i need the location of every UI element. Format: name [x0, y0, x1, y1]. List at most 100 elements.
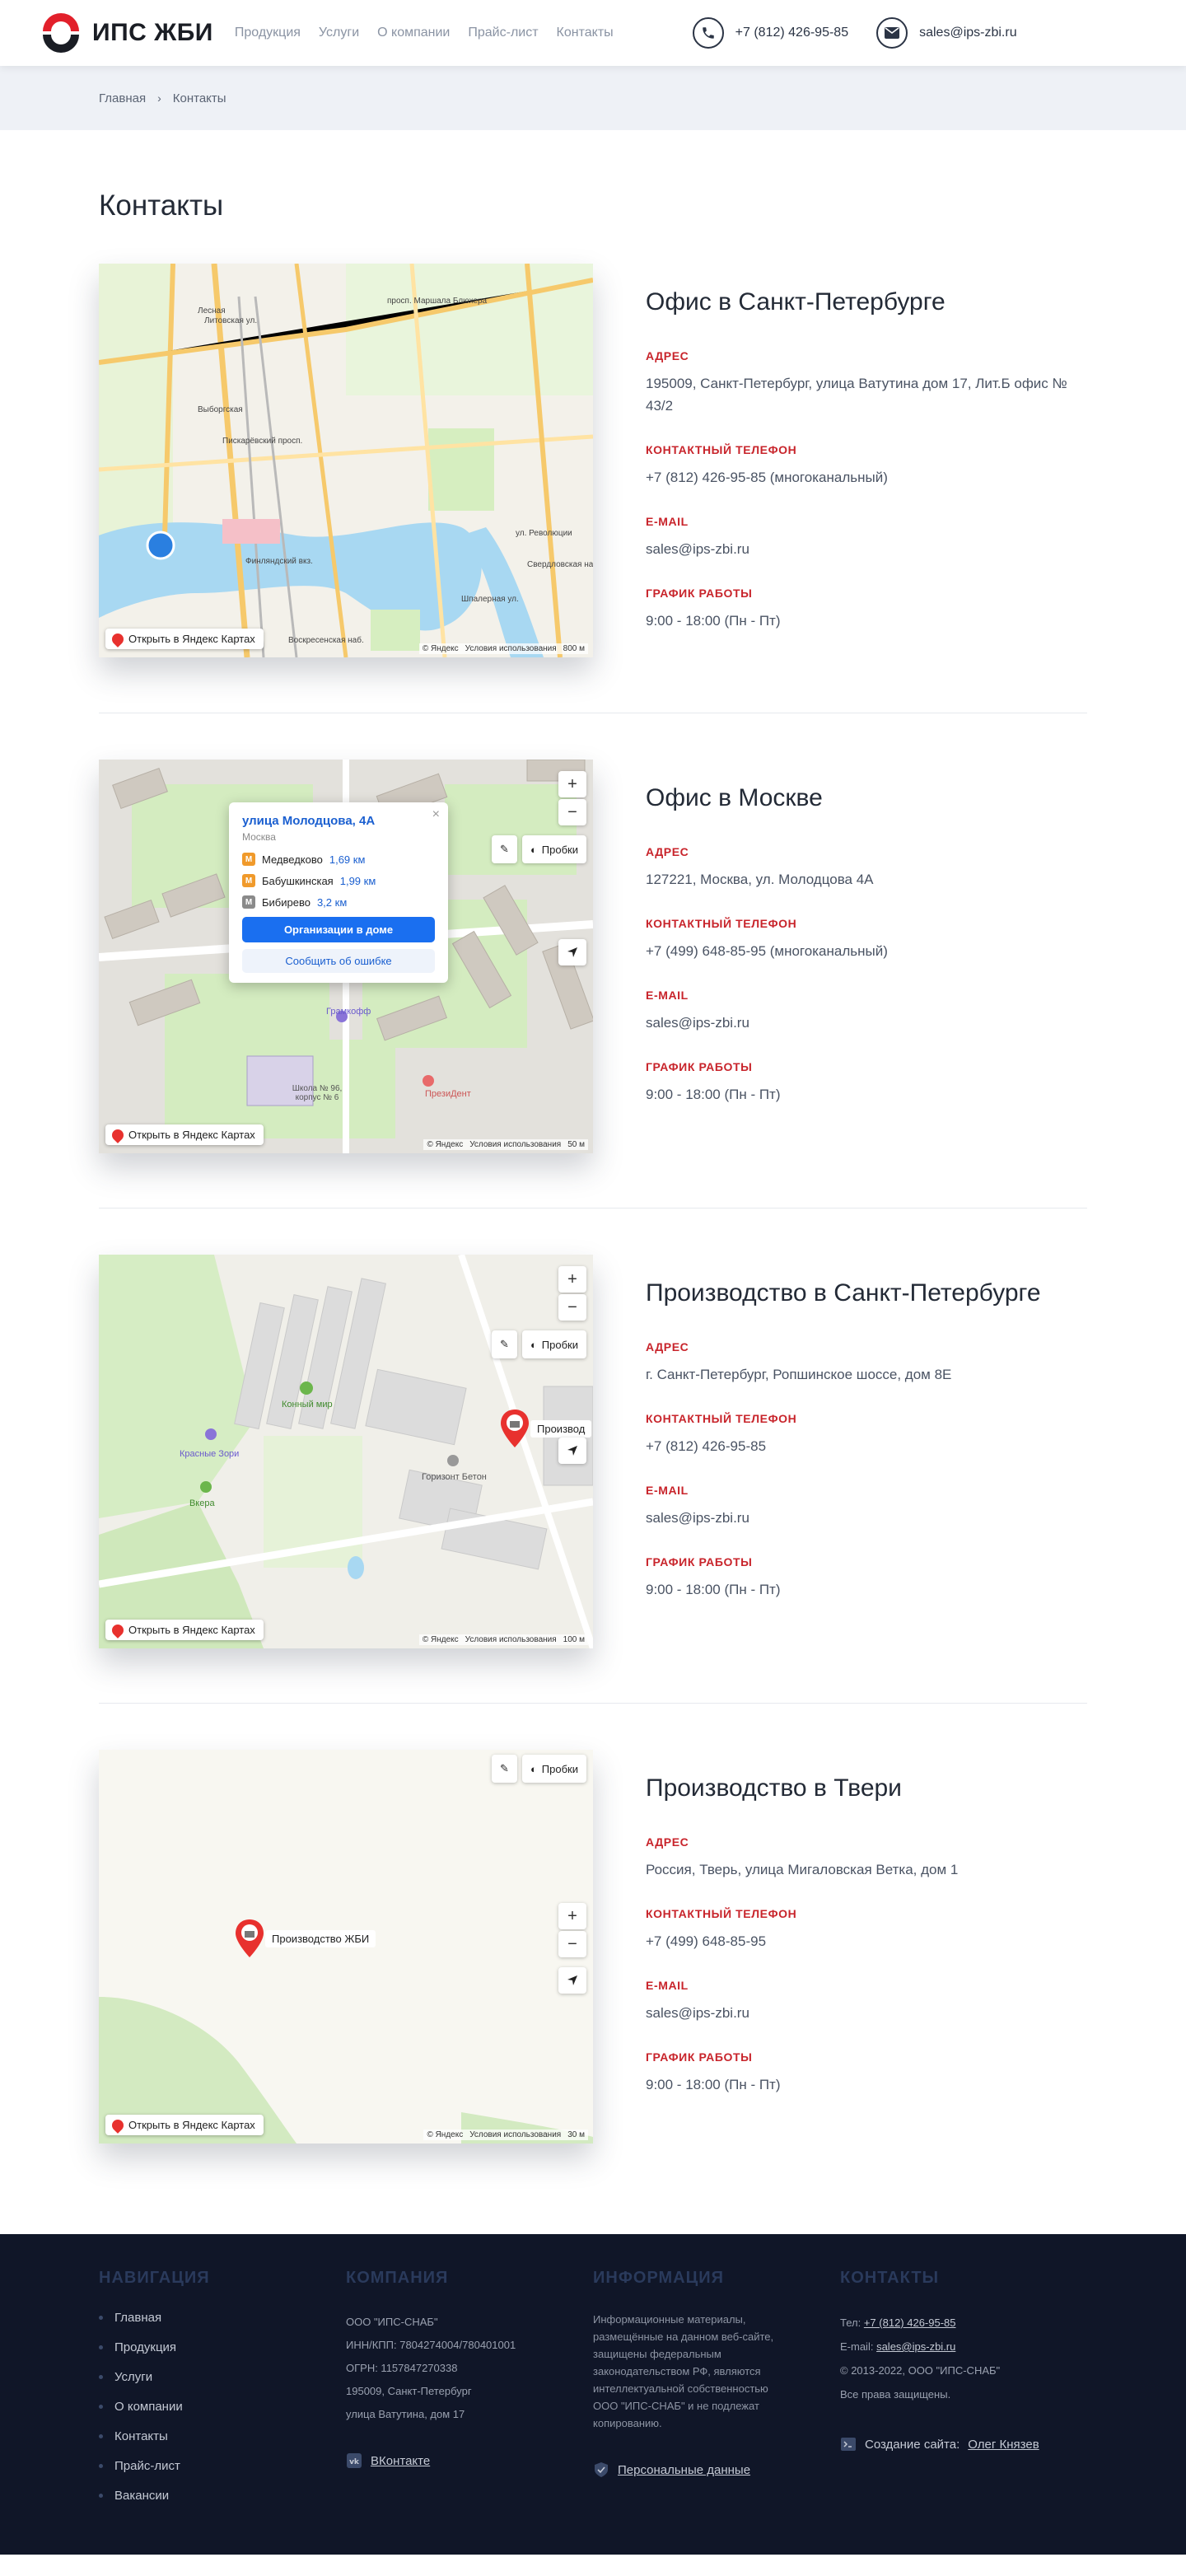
personal-data-link[interactable]: Персональные данные	[593, 2461, 840, 2478]
email-value[interactable]: sales@ips-zbi.ru	[646, 538, 1074, 560]
place-label: Школа № 96, корпус № 6	[292, 1084, 343, 1102]
traffic-button[interactable]: ◐ Пробки	[521, 1755, 586, 1783]
office-placemark[interactable]: Производство ЖБИ	[236, 1919, 376, 1957]
traffic-button[interactable]: ◐ Пробки	[521, 835, 586, 863]
ruler-button[interactable]: ✎	[492, 1755, 517, 1783]
open-yandex-maps-button[interactable]: Открыть в Яндекс Картах	[105, 2115, 264, 2135]
footer-contacts-column: Контакты Тел: +7 (812) 426-95-85 E-mail:…	[840, 2269, 1087, 2555]
address-label: Адрес	[646, 1340, 689, 1353]
footer-nav-item[interactable]: Главная	[99, 2311, 346, 2325]
office-card: ✎ ◐ Пробки + − Грамкофф ПрезиДент Школа №…	[99, 760, 1087, 1209]
company-line: ООО "ИПС-СНАБ"	[346, 2316, 438, 2328]
nav-services[interactable]: Услуги	[319, 26, 359, 40]
map-terms-link[interactable]: Условия использования	[465, 1635, 557, 1644]
map-street-label: Шпалерная ул.	[461, 595, 519, 604]
yandex-pin-icon	[110, 630, 126, 648]
nav-contacts[interactable]: Контакты	[557, 26, 614, 40]
email-value[interactable]: sales@ips-zbi.ru	[646, 2002, 1074, 2024]
nav-about[interactable]: О компании	[377, 26, 450, 40]
zoom-out-button[interactable]: −	[558, 1931, 586, 1957]
report-error-button[interactable]: Сообщить об ошибке	[242, 949, 435, 973]
email-value[interactable]: sales@ips-zbi.ru	[646, 1507, 1074, 1529]
footer-info-column: Информация Информационные материалы, раз…	[593, 2269, 840, 2555]
map-street-label: Выборгская	[198, 405, 243, 414]
company-line: ИНН/КПП: 7804274004/780401001	[346, 2339, 516, 2351]
mail-icon	[876, 17, 908, 49]
footer-nav-item[interactable]: Контакты	[99, 2429, 346, 2443]
place-label: ПрезиДент	[425, 1089, 471, 1099]
map-tiles[interactable]	[99, 1255, 593, 1648]
footer-nav-item[interactable]: Услуги	[99, 2370, 346, 2384]
geolocation-button[interactable]	[558, 1967, 586, 1994]
traffic-icon: ◐	[530, 843, 537, 856]
office-card: Открыть в Яндекс Картах © Яндекс Условия …	[99, 264, 1087, 713]
header-phone-link[interactable]: +7 (812) 426-95-85	[692, 17, 848, 49]
footer-nav-item[interactable]: О компании	[99, 2400, 346, 2414]
popup-title[interactable]: улица Молодцова, 4А	[242, 814, 435, 828]
nav-products[interactable]: Продукция	[235, 26, 301, 40]
hours-label: График работы	[646, 2050, 753, 2064]
map-copyright-text: © Яндекс	[427, 1140, 464, 1149]
footer-email-link[interactable]: sales@ips-zbi.ru	[876, 2340, 955, 2353]
metro-name: Бибирево	[262, 895, 311, 909]
ruler-button[interactable]: ✎	[492, 1330, 517, 1358]
footer-email-label: E-mail:	[840, 2340, 874, 2353]
header-email: sales@ips-zbi.ru	[919, 26, 1017, 40]
map-tiles[interactable]	[99, 264, 593, 657]
map-terms-link[interactable]: Условия использования	[469, 1140, 561, 1149]
footer-heading: Информация	[593, 2269, 724, 2287]
map-spb-office[interactable]: Открыть в Яндекс Картах © Яндекс Условия …	[99, 264, 593, 657]
map-spb-production[interactable]: + − ✎ ◐ Пробки Производ Конный мир Красны…	[99, 1255, 593, 1648]
hours-label: График работы	[646, 1060, 753, 1073]
svg-text:vk: vk	[349, 2458, 360, 2466]
open-yandex-maps-button[interactable]: Открыть в Яндекс Картах	[105, 1124, 264, 1145]
map-terms-link[interactable]: Условия использования	[469, 2130, 561, 2139]
zoom-in-button[interactable]: +	[558, 771, 586, 797]
map-address-popup: × улица Молодцова, 4А Москва M Медведково…	[229, 802, 448, 983]
organizations-button[interactable]: Организации в доме	[242, 917, 435, 942]
open-yandex-maps-button[interactable]: Открыть в Яндекс Картах	[105, 1620, 264, 1640]
open-yandex-maps-button[interactable]: Открыть в Яндекс Картах	[105, 629, 264, 649]
close-icon[interactable]: ×	[432, 807, 440, 822]
zoom-out-button[interactable]: −	[558, 799, 586, 825]
traffic-button[interactable]: ◐ Пробки	[521, 1330, 586, 1358]
zoom-in-button[interactable]: +	[558, 1266, 586, 1293]
email-label: E-mail	[646, 515, 689, 528]
header-email-link[interactable]: sales@ips-zbi.ru	[876, 17, 1017, 49]
geolocation-button[interactable]	[558, 939, 586, 965]
metro-icon: M	[242, 895, 255, 909]
email-value[interactable]: sales@ips-zbi.ru	[646, 1012, 1074, 1034]
footer-phone-link[interactable]: +7 (812) 426-95-85	[864, 2317, 956, 2329]
footer-nav-label: Продукция	[114, 2340, 177, 2354]
breadcrumb-home[interactable]: Главная	[99, 91, 146, 105]
map-tools: ✎ ◐ Пробки	[492, 1330, 586, 1358]
nav-pricelist[interactable]: Прайс-лист	[468, 26, 538, 40]
footer-nav-item[interactable]: Продукция	[99, 2340, 346, 2354]
site-creator-link[interactable]: Олег Князев	[968, 2438, 1039, 2452]
phone-value[interactable]: +7 (499) 648-85-95 (многоканальный)	[646, 940, 1074, 962]
footer-nav-item[interactable]: Прайс-лист	[99, 2459, 346, 2473]
phone-value[interactable]: +7 (812) 426-95-85	[646, 1435, 1074, 1457]
map-copyright: © Яндекс Условия использования 800 м	[418, 643, 588, 654]
map-moscow-office[interactable]: ✎ ◐ Пробки + − Грамкофф ПрезиДент Школа №…	[99, 760, 593, 1153]
geolocation-button[interactable]	[558, 1438, 586, 1464]
logo[interactable]: ИПС ЖБИ	[40, 12, 213, 54]
phone-value[interactable]: +7 (812) 426-95-85 (многоканальный)	[646, 466, 1074, 489]
map-terms-link[interactable]: Условия использования	[465, 644, 557, 653]
site-footer: Навигация Главная Продукция Услуги О ком…	[0, 2234, 1186, 2555]
phone-value[interactable]: +7 (499) 648-85-95	[646, 1930, 1074, 1952]
map-tools: ✎ ◐ Пробки	[492, 1755, 586, 1783]
map-scale: 800 м	[563, 644, 585, 653]
hours-value: 9:00 - 18:00 (Пн - Пт)	[646, 2077, 781, 2092]
traffic-label: Пробки	[541, 1762, 578, 1775]
vk-link[interactable]: vk ВКонтакте	[346, 2452, 593, 2469]
phone-label: Контактный телефон	[646, 1907, 797, 1920]
phone-icon	[692, 17, 724, 49]
footer-email: E-mail: sales@ips-zbi.ru	[840, 2335, 1087, 2359]
ruler-button[interactable]: ✎	[492, 835, 517, 863]
zoom-out-button[interactable]: −	[558, 1294, 586, 1321]
address-label: Адрес	[646, 349, 689, 362]
zoom-in-button[interactable]: +	[558, 1903, 586, 1929]
map-tver-production[interactable]: ✎ ◐ Пробки Производство ЖБИ + − Открыть в…	[99, 1750, 593, 2144]
footer-nav-item[interactable]: Вакансии	[99, 2489, 346, 2503]
